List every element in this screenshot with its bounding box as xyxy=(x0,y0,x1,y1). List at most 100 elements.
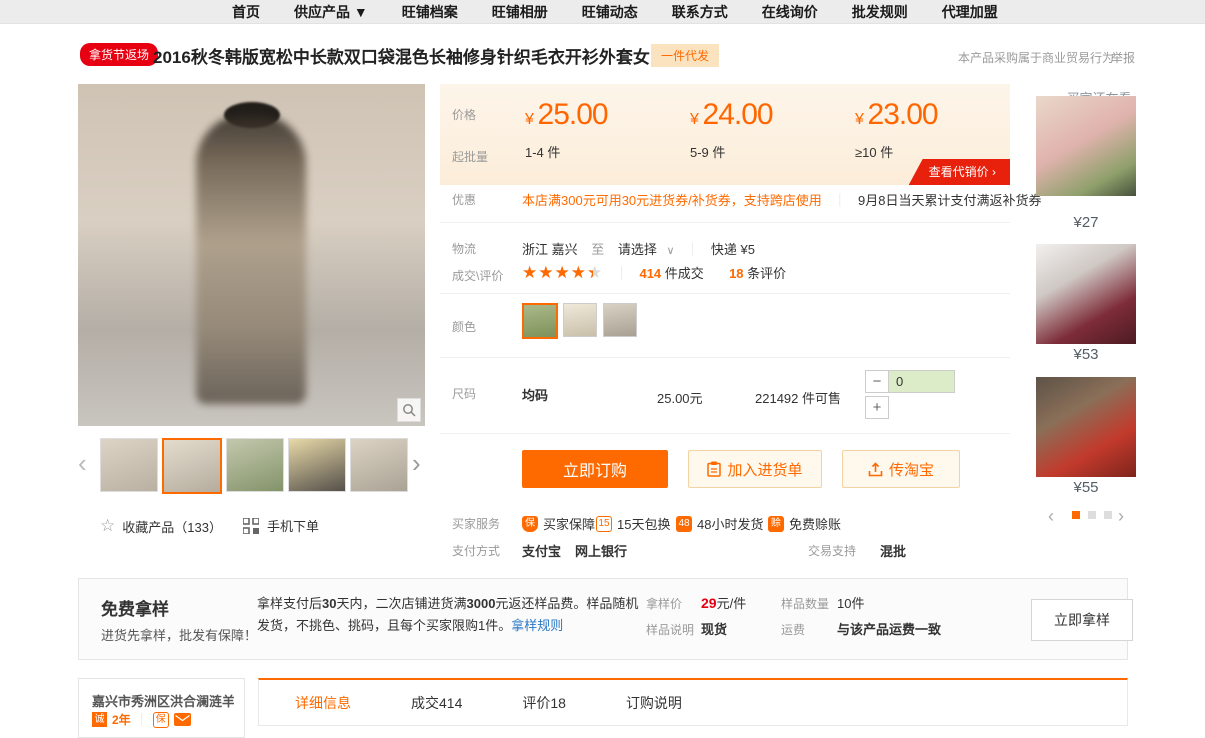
qty-plus-button[interactable]: + xyxy=(865,396,889,419)
nav-item-inquiry[interactable]: 在线询价 xyxy=(762,2,818,22)
color-swatch-gray[interactable] xyxy=(603,303,637,337)
sidebar-product-2-price[interactable]: ¥53 xyxy=(1036,346,1136,363)
sidebar-product-1-image[interactable] xyxy=(1036,96,1136,196)
pagination-dot-3[interactable] xyxy=(1104,511,1112,519)
deal-count-suffix: 件成交 xyxy=(665,266,704,281)
nav-item-contact[interactable]: 联系方式 xyxy=(672,2,728,22)
thumbnail-2-selected[interactable] xyxy=(162,438,222,494)
service-48h-ship[interactable]: 48 48小时发货 xyxy=(676,514,763,533)
divider xyxy=(440,293,1010,294)
rating-label: 成交\评价 xyxy=(452,267,503,284)
order-now-button[interactable]: 立即订购 xyxy=(522,450,668,488)
desc-number: 30 xyxy=(322,596,336,611)
service-free-credit[interactable]: 赊 免费赊账 xyxy=(768,514,841,533)
report-link[interactable]: 举报 xyxy=(1111,49,1135,66)
nav-item-products[interactable]: 供应产品 ▼ xyxy=(294,2,368,22)
divider xyxy=(440,433,1010,434)
size-stock: 221492 件可售 xyxy=(755,388,841,407)
coupon-text[interactable]: 本店满300元可用30元进货券/补货券，支持跨店使用 xyxy=(522,193,822,208)
guarantee-shield-icon: 保 xyxy=(522,516,538,532)
review-count[interactable]: 18 xyxy=(729,266,743,281)
seller-card[interactable]: 嘉兴市秀洲区洪合澜涟羊... 诚 2年 ｜ 保 xyxy=(78,678,245,738)
tab-deals[interactable]: 成交414 xyxy=(411,693,462,713)
ship-to-label: 至 xyxy=(581,242,614,257)
sample-qty-label: 样品数量 xyxy=(781,595,829,612)
tier-price: 25.00 xyxy=(538,98,608,131)
add-to-cart-label: 加入进货单 xyxy=(727,459,802,480)
size-name: 均码 xyxy=(522,385,548,404)
sidebar-prev-icon[interactable]: ‹ xyxy=(1048,506,1054,527)
thumbnail-5[interactable] xyxy=(350,438,408,492)
nav-item-wholesale-rules[interactable]: 批发规则 xyxy=(852,2,908,22)
sample-price-suffix: 元/件 xyxy=(717,596,747,611)
nav-item-album[interactable]: 旺铺相册 xyxy=(492,2,548,22)
view-consign-price-button[interactable]: 查看代销价 › xyxy=(909,159,1010,185)
trade-note: 本产品采购属于商业贸易行为 xyxy=(958,49,1114,66)
nav-item-archive[interactable]: 旺铺档案 xyxy=(402,2,458,22)
separator: ｜ xyxy=(825,193,854,208)
payment-alipay[interactable]: 支付宝 xyxy=(522,541,561,560)
desc-text: 拿样支付后 xyxy=(257,596,322,611)
separator: ｜ xyxy=(678,242,707,257)
nav-item-agency[interactable]: 代理加盟 xyxy=(942,2,998,22)
magnifier-icon[interactable] xyxy=(397,398,421,422)
pagination-dot-2[interactable] xyxy=(1088,511,1096,519)
send-to-taobao-button[interactable]: 传淘宝 xyxy=(842,450,960,488)
sidebar-product-3-price[interactable]: ¥55 xyxy=(1036,479,1136,496)
tier-qty: ≥10 件 xyxy=(855,142,1015,161)
badge-48-icon: 48 xyxy=(676,516,692,532)
favorite-button[interactable]: ☆ 收藏产品（133） xyxy=(100,516,222,536)
service-guarantee[interactable]: 保 买家保障 xyxy=(522,514,595,533)
deal-count[interactable]: 414 xyxy=(639,266,661,281)
thumbnail-4[interactable] xyxy=(288,438,346,492)
sample-ship-value: 与该产品运费一致 xyxy=(837,619,953,641)
sample-price-label: 拿样价 xyxy=(646,595,682,612)
thumbs-next-icon[interactable]: › xyxy=(412,448,421,479)
service-15day-return[interactable]: 15 15天包换 xyxy=(596,514,670,533)
product-main-image[interactable] xyxy=(78,84,425,426)
dropship-badge[interactable]: 一件代发 xyxy=(651,44,719,67)
top-nav-bar: 首页 供应产品 ▼ 旺铺档案 旺铺相册 旺铺动态 联系方式 在线询价 批发规则 … xyxy=(0,0,1205,24)
mobile-order-button[interactable]: 手机下单 xyxy=(243,516,319,535)
event-text: 9月8日当天累计支付满返补货券 xyxy=(858,193,1041,208)
service-label: 15天包换 xyxy=(617,514,670,533)
thumbnail-3[interactable] xyxy=(226,438,284,492)
pagination-dot-1[interactable] xyxy=(1072,511,1080,519)
currency-symbol: ¥ xyxy=(690,111,699,128)
thumbnail-1[interactable] xyxy=(100,438,158,492)
sample-rules-link[interactable]: 拿样规则 xyxy=(511,618,563,633)
color-swatch-beige[interactable] xyxy=(563,303,597,337)
get-sample-button[interactable]: 立即拿样 xyxy=(1031,599,1133,641)
ship-from: 浙江 嘉兴 xyxy=(522,242,578,257)
sidebar-product-1-price[interactable]: ¥27 xyxy=(1036,214,1136,231)
quantity-input[interactable]: 0 xyxy=(889,370,955,393)
add-to-cart-button[interactable]: 加入进货单 xyxy=(688,450,822,488)
favorite-label: 收藏产品（133） xyxy=(122,517,222,536)
seller-name[interactable]: 嘉兴市秀洲区洪合澜涟羊... xyxy=(92,691,234,710)
sidebar-product-2-image[interactable] xyxy=(1036,244,1136,344)
payment-netbank[interactable]: 网上银行 xyxy=(575,541,627,560)
sample-qty-value: 10件 xyxy=(837,593,864,612)
qr-code-icon xyxy=(243,518,259,534)
chevron-down-icon[interactable]: ∨ xyxy=(661,245,675,257)
tier-price: 23.00 xyxy=(868,98,938,131)
nav-item-home[interactable]: 首页 xyxy=(232,2,260,22)
destination-select[interactable]: 请选择 xyxy=(618,242,657,257)
trade-support-label: 交易支持 xyxy=(808,542,856,559)
tab-detail-info[interactable]: 详细信息 xyxy=(295,693,351,713)
favorite-star-icon: ☆ xyxy=(100,516,115,536)
page: 首页 供应产品 ▼ 旺铺档案 旺铺相册 旺铺动态 联系方式 在线询价 批发规则 … xyxy=(0,0,1205,726)
tab-reviews[interactable]: 评价18 xyxy=(522,693,566,713)
message-envelope-icon[interactable] xyxy=(174,713,191,726)
thumbs-prev-icon[interactable]: ‹ xyxy=(78,448,87,479)
nav-item-updates[interactable]: 旺铺动态 xyxy=(582,2,638,22)
color-swatch-green-selected[interactable] xyxy=(522,303,558,339)
express-fee: 快递 ¥5 xyxy=(711,242,755,257)
promo-event-badge[interactable]: 拿货节返场 xyxy=(80,43,158,66)
qty-minus-button[interactable]: − xyxy=(865,370,889,393)
sidebar-next-icon[interactable]: › xyxy=(1118,506,1124,527)
rating-row: ★★★★★★★★★★ ｜ 414 件成交 18 条评价 xyxy=(522,263,786,282)
sidebar-product-3-image[interactable] xyxy=(1036,377,1136,477)
sample-price-number: 29 xyxy=(701,595,717,611)
tab-order-notes[interactable]: 订购说明 xyxy=(626,693,682,713)
